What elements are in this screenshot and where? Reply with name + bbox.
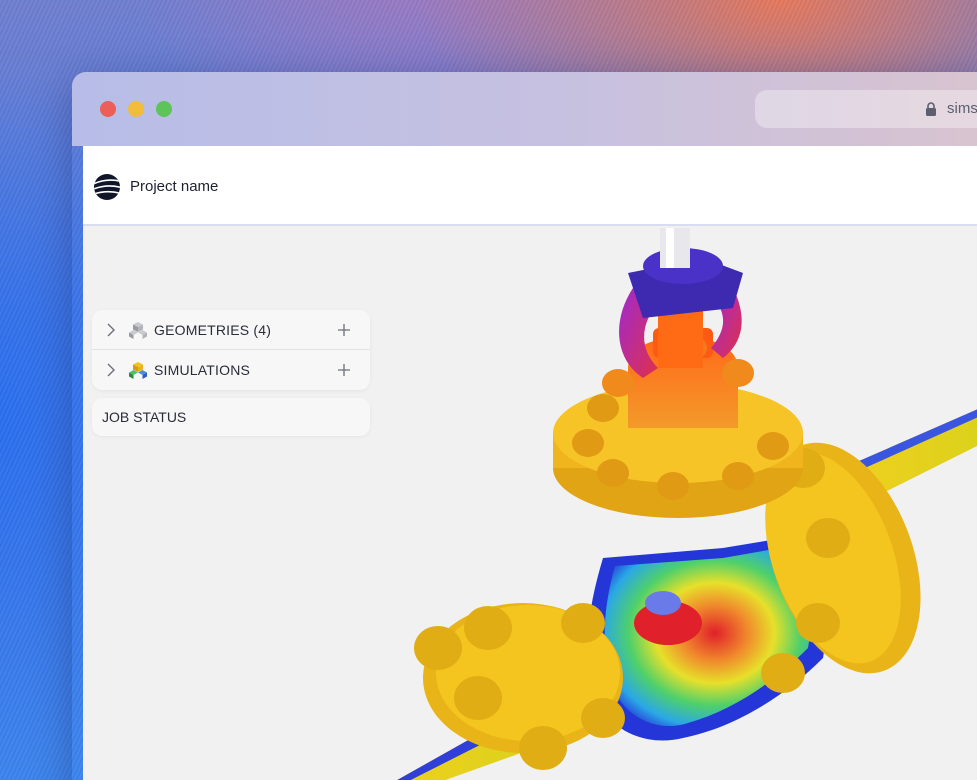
add-simulation-icon[interactable]: [337, 363, 351, 377]
logo-icon: [94, 174, 120, 200]
lock-icon: [926, 102, 936, 116]
project-name: Project name: [130, 178, 219, 195]
maximize-window-button[interactable]: [156, 101, 172, 117]
add-geometry-icon[interactable]: [337, 323, 351, 337]
cubes-icon: [129, 322, 147, 339]
simulation-cubes-icon: [129, 362, 147, 379]
close-window-button[interactable]: [100, 101, 116, 117]
app-header: Project name: [83, 146, 977, 226]
chevron-right-icon[interactable]: [106, 323, 116, 337]
valve-stem: [660, 228, 690, 268]
model-tree-panel: GEOMETRIES (4) SIMULATIONS: [92, 310, 370, 390]
title-bar: sims: [72, 72, 977, 146]
job-status-label: JOB STATUS: [102, 409, 187, 425]
tree-item-label: GEOMETRIES (4): [154, 322, 272, 338]
address-bar[interactable]: sims: [755, 90, 977, 128]
tree-item-simulations[interactable]: SIMULATIONS: [92, 350, 370, 390]
chevron-right-icon[interactable]: [106, 363, 116, 377]
job-status-panel[interactable]: JOB STATUS: [92, 398, 370, 436]
tree-item-geometries[interactable]: GEOMETRIES (4): [92, 310, 370, 350]
url-text: sims: [947, 100, 977, 117]
browser-window: sims Project name GEOMETRIES (4) SIMULAT…: [72, 72, 977, 780]
app-area: Project name GEOMETRIES (4) SIMULATIONS …: [83, 146, 977, 780]
left-flange: [414, 603, 625, 770]
tree-item-label: SIMULATIONS: [154, 362, 251, 378]
minimize-window-button[interactable]: [128, 101, 144, 117]
